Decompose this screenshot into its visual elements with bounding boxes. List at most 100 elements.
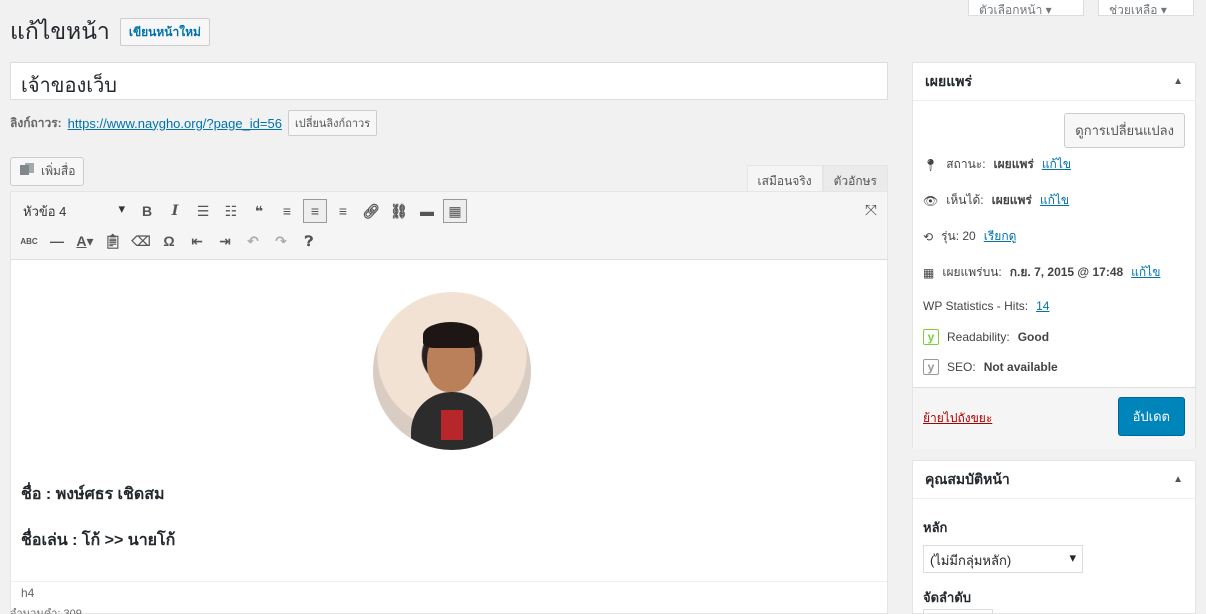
page-attributes-box: คุณสมบัติหน้า ▲ หลัก (ไม่มีกลุ่มหลัก) ▾ จ… bbox=[912, 460, 1196, 614]
help-icon[interactable]: ❓︎ bbox=[297, 229, 321, 253]
dropdown-arrow-icon: ▾ bbox=[118, 200, 125, 216]
editor-tabs: เสมือนจริง ตัวอักษร bbox=[746, 165, 888, 193]
align-right-icon[interactable]: ≡ bbox=[331, 199, 355, 223]
outdent-icon[interactable]: ⇤ bbox=[185, 229, 209, 253]
profile-photo bbox=[373, 292, 531, 450]
order-input[interactable] bbox=[923, 609, 993, 614]
collapse-icon[interactable]: ▲ bbox=[1173, 76, 1183, 87]
paste-text-icon[interactable]: 📋︎ bbox=[101, 229, 125, 253]
page-attributes-title: คุณสมบัติหน้า bbox=[925, 470, 1010, 487]
word-count: จำนวนคำ: 309 bbox=[10, 608, 82, 614]
dropdown-arrow-icon: ▾ bbox=[1069, 550, 1076, 565]
permalink-row: ลิงก์ถาวร: https://www.naygho.org/?page_… bbox=[10, 110, 378, 136]
read-more-icon[interactable]: ▬ bbox=[415, 199, 439, 223]
add-media-button[interactable]: เพิ่มสื่อ bbox=[10, 157, 85, 186]
publish-box-header[interactable]: เผยแพร่ ▲ bbox=[913, 63, 1195, 101]
calendar-icon: ▦ bbox=[923, 265, 935, 280]
page-attributes-header[interactable]: คุณสมบัติหน้า ▲ bbox=[913, 461, 1195, 499]
link-icon[interactable]: 🔗︎ bbox=[359, 199, 383, 223]
parent-select-value: (ไม่มีกลุ่มหลัก) bbox=[930, 553, 1012, 568]
screen-options-tab[interactable]: ตัวเลือกหน้า ▾ bbox=[968, 0, 1084, 16]
blockquote-icon[interactable]: ❝ bbox=[247, 199, 271, 223]
format-select-value: หัวข้อ 4 bbox=[23, 203, 67, 219]
revisions-row: ⟲ รุ่น: 20 เรียกดู bbox=[923, 227, 1016, 246]
order-label: จัดลำดับ bbox=[923, 590, 972, 605]
content-line-name: ชื่อ : พงษ์ศธร เชิดสม bbox=[21, 486, 165, 503]
text-color-icon[interactable]: A ▾ bbox=[73, 229, 97, 253]
change-permalink-button[interactable]: เปลี่ยนลิงก์ถาวร bbox=[287, 110, 378, 136]
publish-date-row: ▦ เผยแพร่บน: ก.ย. 7, 2015 @ 17:48 แก้ไข bbox=[923, 263, 1160, 282]
permalink-label: ลิงก์ถาวร: bbox=[10, 115, 62, 130]
status-value: เผยแพร่ bbox=[993, 157, 1034, 171]
page-title: แก้ไขหน้า bbox=[10, 18, 110, 44]
stats-row: WP Statistics - Hits: 14 bbox=[923, 299, 1049, 313]
edit-visibility-link[interactable]: แก้ไข bbox=[1040, 191, 1069, 210]
tab-text[interactable]: ตัวอักษร bbox=[822, 165, 888, 193]
status-label: สถานะ: bbox=[946, 157, 986, 171]
content-line-nickname: ชื่อเล่น : โก้ >> นายโก้ bbox=[21, 532, 176, 549]
format-select[interactable]: หัวข้อ 4 ▾ bbox=[17, 201, 131, 222]
align-left-icon[interactable]: ≡ bbox=[275, 199, 299, 223]
bullet-list-icon[interactable]: ☰ bbox=[191, 199, 215, 223]
parent-select[interactable]: (ไม่มีกลุ่มหลัก) ▾ bbox=[923, 545, 1083, 573]
add-new-page-button[interactable]: เขียนหน้าใหม่ bbox=[119, 18, 210, 46]
bold-icon[interactable]: B bbox=[135, 199, 159, 223]
screen-meta: ตัวเลือกหน้า ▾ ช่วยเหลือ ▾ bbox=[968, 0, 1194, 16]
special-character-icon[interactable]: Ω bbox=[157, 229, 181, 253]
visibility-label: เห็นได้: bbox=[946, 193, 984, 207]
editor-statusbar: h4 bbox=[11, 581, 887, 603]
align-center-icon[interactable]: ≡ bbox=[303, 199, 327, 223]
readability-label: Readability: bbox=[947, 330, 1010, 344]
numbered-list-icon[interactable]: ☷ bbox=[219, 199, 243, 223]
visibility-row: 👁︎ เห็นได้: เผยแพร่ แก้ไข bbox=[923, 191, 1069, 210]
edit-status-link[interactable]: แก้ไข bbox=[1042, 155, 1071, 174]
status-row: 📍︎ สถานะ: เผยแพร่ แก้ไข bbox=[923, 155, 1071, 174]
publish-date-label: เผยแพร่บน: bbox=[942, 265, 1002, 279]
readability-value: Good bbox=[1017, 330, 1050, 344]
revisions-label: รุ่น: 20 bbox=[941, 229, 976, 243]
yoast-seo-icon: y bbox=[923, 359, 939, 375]
editor-content[interactable]: ชื่อ : พงษ์ศธร เชิดสม ชื่อเล่น : โก้ >> … bbox=[11, 260, 887, 580]
content-editor: หัวข้อ 4 ▾ B I ☰ ☷ ❝ ≡ ≡ ≡ 🔗︎ ⛓︎ ▬ ▦ ABC … bbox=[10, 191, 888, 614]
publish-date-value: ก.ย. 7, 2015 @ 17:48 bbox=[1009, 265, 1124, 279]
update-button[interactable]: อัปเดต bbox=[1117, 397, 1185, 436]
media-icon bbox=[19, 163, 35, 180]
horizontal-line-icon[interactable]: — bbox=[45, 229, 69, 253]
help-label: ช่วยเหลือ ▾ bbox=[1109, 3, 1167, 16]
unlink-icon[interactable]: ⛓︎ bbox=[387, 199, 411, 223]
history-icon: ⟲ bbox=[923, 229, 934, 244]
editor-toolbar: หัวข้อ 4 ▾ B I ☰ ☷ ❝ ≡ ≡ ≡ 🔗︎ ⛓︎ ▬ ▦ ABC … bbox=[11, 192, 887, 260]
browse-revisions-link[interactable]: เรียกดู bbox=[984, 227, 1017, 246]
add-media-label: เพิ่มสื่อ bbox=[41, 164, 76, 178]
screen-options-label: ตัวเลือกหน้า ▾ bbox=[979, 3, 1052, 16]
seo-label: SEO: bbox=[947, 360, 976, 374]
move-to-trash-link[interactable]: ย้ายไปถังขยะ bbox=[923, 409, 992, 428]
collapse-icon[interactable]: ▲ bbox=[1173, 474, 1183, 485]
indent-icon[interactable]: ⇥ bbox=[213, 229, 237, 253]
visibility-value: เผยแพร่ bbox=[991, 193, 1032, 207]
publish-box: เผยแพร่ ▲ ดูการเปลี่ยนแปลง 📍︎ สถานะ: เผย… bbox=[912, 62, 1196, 449]
undo-icon[interactable]: ↶ bbox=[241, 229, 265, 253]
redo-icon[interactable]: ↷ bbox=[269, 229, 293, 253]
yoast-icon: y bbox=[923, 329, 939, 345]
help-tab[interactable]: ช่วยเหลือ ▾ bbox=[1098, 0, 1194, 16]
seo-value: Not available bbox=[983, 360, 1058, 374]
readability-row: y Readability: Good bbox=[923, 329, 1049, 345]
italic-icon[interactable]: I bbox=[163, 199, 187, 223]
strikethrough-icon[interactable]: ABC bbox=[17, 229, 41, 253]
preview-changes-button[interactable]: ดูการเปลี่ยนแปลง bbox=[1064, 113, 1185, 148]
toolbar-toggle-icon[interactable]: ▦ bbox=[443, 199, 467, 223]
stats-label: WP Statistics - Hits: bbox=[923, 299, 1029, 313]
clear-formatting-icon[interactable]: ⌫ bbox=[129, 229, 153, 253]
tab-visual[interactable]: เสมือนจริง bbox=[746, 165, 823, 193]
edit-date-link[interactable]: แก้ไข bbox=[1131, 263, 1160, 282]
pin-icon: 📍︎ bbox=[923, 157, 939, 172]
publish-box-title: เผยแพร่ bbox=[925, 72, 972, 89]
post-title-input[interactable]: เจ้าของเว็บ bbox=[10, 62, 888, 100]
page-heading: แก้ไขหน้า เขียนหน้าใหม่ bbox=[10, 14, 210, 50]
seo-row: y SEO: Not available bbox=[923, 359, 1058, 375]
fullscreen-icon[interactable]: ⤧ bbox=[865, 202, 877, 219]
eye-icon: 👁︎ bbox=[923, 193, 939, 208]
stats-hits-link[interactable]: 14 bbox=[1036, 299, 1049, 313]
permalink-url[interactable]: https://www.naygho.org/?page_id=56 bbox=[68, 116, 282, 131]
